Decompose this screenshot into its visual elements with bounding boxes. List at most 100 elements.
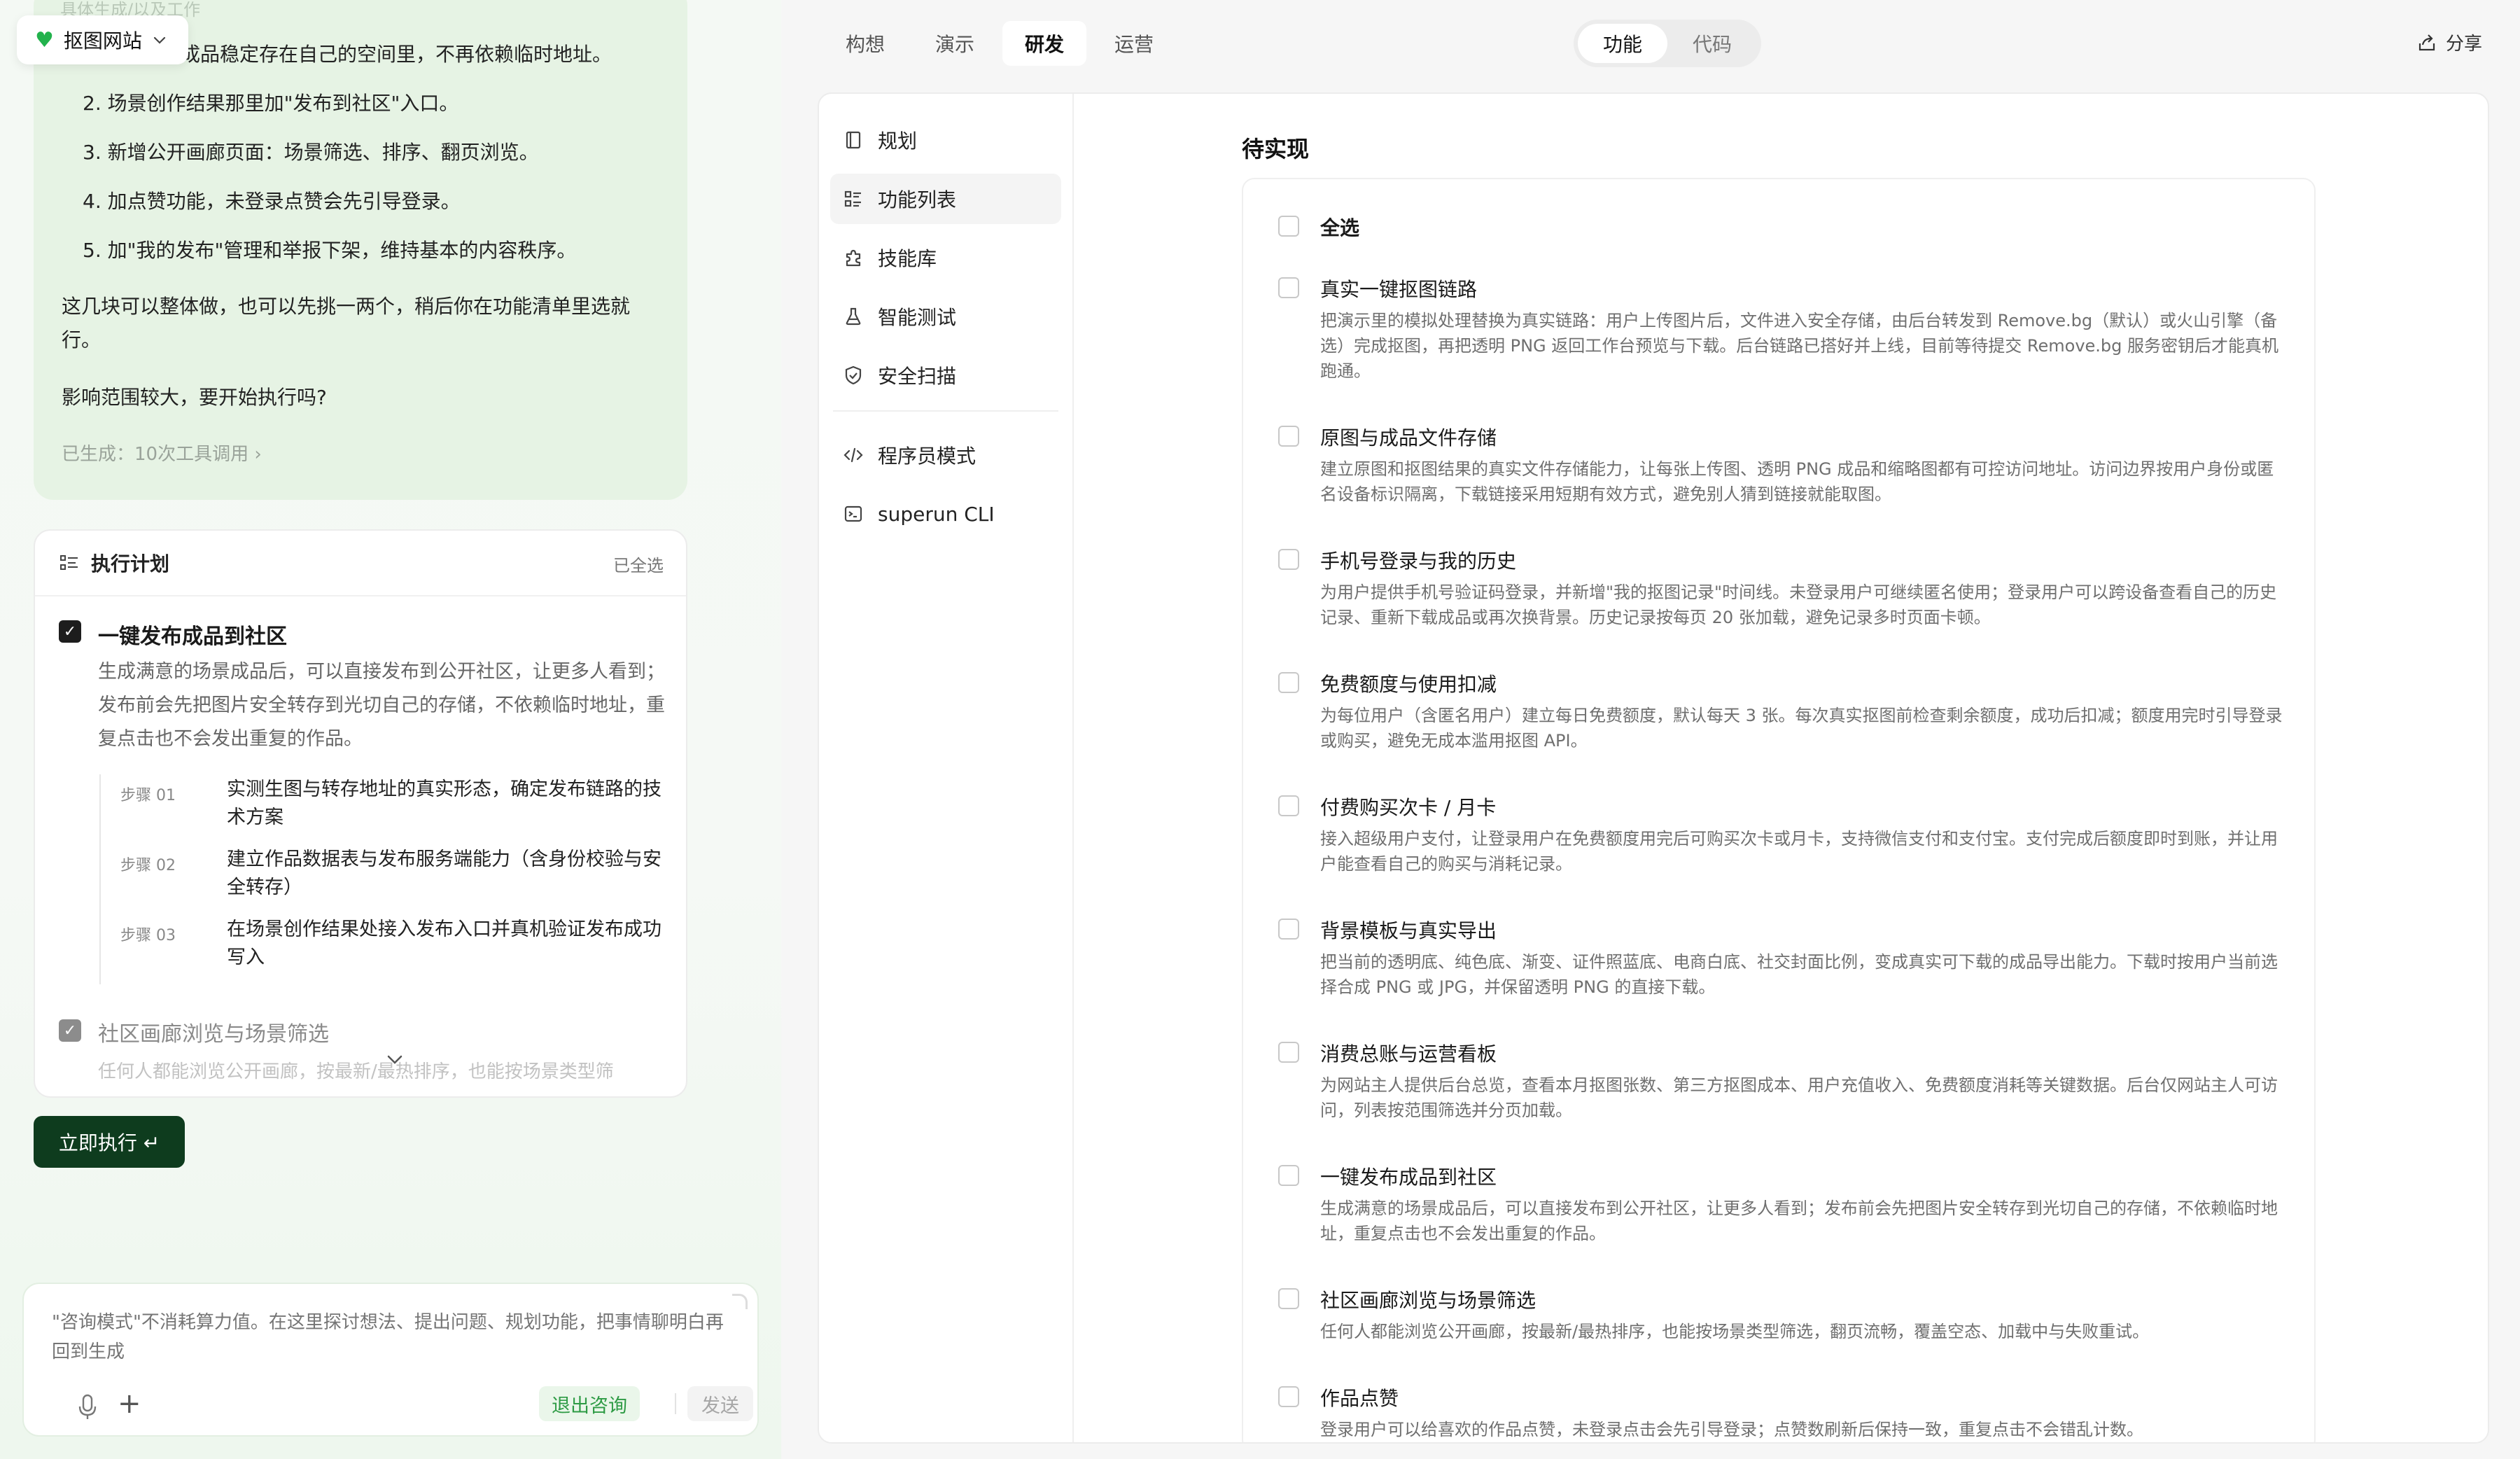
plan-item-desc: 生成满意的场景成品后，可以直接发布到公开社区，让更多人看到；发布前会先把图片安全… [98, 661, 665, 750]
step-text: 在场景创作结果处接入发布入口并真机验证发布成功写入 [227, 919, 662, 968]
plan-item-title: 一键发布成品到社区 [98, 624, 287, 649]
tab-idea[interactable]: 构想 [823, 21, 907, 66]
list-icon [844, 190, 861, 207]
nav-item-security[interactable]: 安全扫描 [830, 350, 1061, 400]
nav-item-skills[interactable]: 技能库 [830, 232, 1061, 283]
message-list-item: 2. 场景创作结果那里加"发布到社区"入口。 [83, 92, 459, 115]
plan-step: 步骤 02 建立作品数据表与发布服务端能力（含身份校验与安全转存） [101, 844, 673, 914]
chat-input[interactable] [52, 1308, 724, 1371]
feature-checkbox[interactable] [1278, 1288, 1299, 1309]
send-button[interactable]: 发送 [687, 1386, 753, 1421]
nav-item-developer-mode[interactable]: 程序员模式 [830, 430, 1061, 480]
step-text: 实测生图与转存地址的真实形态，确定发布链路的技术方案 [227, 779, 662, 828]
shield-icon [845, 365, 862, 385]
execute-button[interactable]: 立即执行 ↵ [34, 1116, 185, 1168]
feature-title: 背景模板与真实导出 [1320, 919, 1497, 942]
heart-icon: ♥ [35, 27, 54, 53]
feature-desc: 任何人都能浏览公开画廊，按最新/最热排序，也能按场景类型筛选，翻页流畅，覆盖空态… [1320, 1322, 2150, 1341]
terminal-icon [844, 505, 862, 522]
nav-label: 智能测试 [878, 306, 957, 329]
step-label: 步骤 02 [120, 857, 176, 874]
feature-title: 社区画廊浏览与场景筛选 [1320, 1289, 1536, 1312]
plan-item-checkbox[interactable]: ✓ [59, 1019, 81, 1042]
feature-checkbox[interactable] [1278, 672, 1299, 693]
view-toggle: 功能 代码 [1574, 20, 1762, 67]
nav-item-cli[interactable]: superun CLI [830, 489, 1061, 539]
select-all-label: 全选 [1320, 216, 1360, 239]
checklist-icon [60, 555, 78, 570]
feature-desc: 把当前的透明底、纯色底、渐变、证件照蓝底、电商白底、社交封面比例，变成真实可下载… [1320, 952, 2278, 997]
message-line-1: 成品稳定存在自己的空间里，不再依赖临时地址。 [181, 43, 612, 66]
feature-title: 免费额度与使用扣减 [1320, 673, 1497, 696]
dev-panel: 规划 功能列表 技能库 智能测试 安全扫描 程序员模式 superun CLI … [818, 92, 2489, 1444]
feature-checkbox[interactable] [1278, 919, 1299, 940]
nav-item-testing[interactable]: 智能测试 [830, 291, 1061, 342]
feature-checkbox[interactable] [1278, 426, 1299, 447]
code-icon [844, 447, 863, 463]
book-icon [846, 131, 861, 149]
feature-list-content: 待实现 全选 真实一键抠图链路 把演示里的模拟处理替换为真实链路：用户上传图片后… [1074, 94, 2488, 1442]
feature-title: 真实一键抠图链路 [1320, 278, 1478, 301]
share-icon [2418, 34, 2435, 50]
feature-desc: 为每位用户（含匿名用户）建立每日免费额度，默认每天 3 张。每次真实抠图前检查剩… [1320, 706, 2283, 751]
plan-header: 执行计划 [59, 549, 169, 577]
plan-step: 步骤 03 在场景创作结果处接入发布入口并真机验证发布成功写入 [101, 914, 673, 984]
share-label: 分享 [2445, 34, 2482, 55]
chat-panel: 具体生成/以及工作 ♥ 抠图网站 成品稳定存在自己的空间里，不再依赖临时地址。 … [0, 0, 781, 1459]
share-button[interactable]: 分享 [2416, 29, 2482, 55]
feature-desc: 为用户提供手机号验证码登录，并新增"我的抠图记录"时间线。未登录用户可继续匿名使… [1320, 582, 2277, 627]
tab-demo[interactable]: 演示 [913, 21, 997, 66]
message-paragraph: 这几块可以整体做，也可以先挑一两个，稍后你在功能清单里选就行。 [62, 295, 631, 351]
step-text: 建立作品数据表与发布服务端能力（含身份校验与安全转存） [227, 849, 662, 898]
message-list-item: 4. 加点赞功能，未登录点赞会先引导登录。 [83, 190, 461, 213]
workspace: 构想 演示 研发 运营 功能 代码 分享 规划 功能列表 技能库 智能测试 安全… [781, 0, 2520, 1459]
feature-title: 手机号登录与我的历史 [1320, 550, 1517, 573]
plan-item-checkbox[interactable]: ✓ [59, 620, 81, 643]
feature-checkbox[interactable] [1278, 1386, 1299, 1407]
nav-label: 规划 [878, 130, 918, 153]
flask-icon [846, 307, 861, 326]
app-switcher[interactable]: ♥ 抠图网站 [17, 15, 188, 64]
toggle-code[interactable]: 代码 [1667, 24, 1757, 63]
resize-handle-icon[interactable] [732, 1294, 748, 1309]
feature-checkbox[interactable] [1278, 277, 1299, 298]
feature-desc: 生成满意的场景成品后，可以直接发布到公开社区，让更多人看到；发布前会先把图片安全… [1320, 1199, 2278, 1243]
nav-label: 安全扫描 [878, 365, 957, 388]
step-label: 步骤 01 [120, 787, 176, 804]
chat-composer: + 退出咨询 发送 [22, 1283, 759, 1437]
feature-checkbox[interactable] [1278, 1042, 1299, 1063]
nav-label: 程序员模式 [878, 445, 976, 468]
toggle-features[interactable]: 功能 [1578, 24, 1668, 63]
nav-item-features[interactable]: 功能列表 [830, 174, 1061, 224]
feature-title: 一键发布成品到社区 [1320, 1166, 1497, 1189]
chevron-down-icon[interactable] [385, 1053, 405, 1067]
section-title: 待实现 [1242, 136, 1310, 162]
feature-title: 消费总账与运营看板 [1320, 1042, 1497, 1066]
plan-title: 执行计划 [91, 552, 170, 575]
plan-item-title: 社区画廊浏览与场景筛选 [98, 1022, 329, 1047]
app-name: 抠图网站 [63, 29, 142, 53]
feature-title: 付费购买次卡 / 月卡 [1320, 796, 1497, 819]
puzzle-icon [846, 249, 861, 267]
divider [833, 410, 1058, 412]
tab-ops[interactable]: 运营 [1092, 21, 1176, 66]
exit-consult-button[interactable]: 退出咨询 [539, 1386, 640, 1421]
feature-checkbox[interactable] [1278, 1165, 1299, 1186]
feature-checkbox[interactable] [1278, 549, 1299, 570]
feature-title: 作品点赞 [1320, 1387, 1399, 1410]
top-tabs: 构想 演示 研发 运营 [823, 21, 1176, 66]
chevron-down-icon [153, 36, 166, 44]
feature-checkbox[interactable] [1278, 795, 1299, 816]
microphone-icon[interactable] [77, 1393, 98, 1421]
plan-step: 步骤 01 实测生图与转存地址的真实形态，确定发布链路的技术方案 [101, 774, 673, 844]
plus-icon[interactable]: + [118, 1388, 141, 1420]
nav-item-plan[interactable]: 规划 [830, 115, 1061, 165]
plan-steps: 步骤 01 实测生图与转存地址的真实形态，确定发布链路的技术方案 步骤 02 建… [99, 774, 673, 984]
divider [675, 1393, 676, 1414]
tool-calls-link[interactable]: 已生成：10次工具调用 › [62, 440, 262, 466]
select-all-checkbox[interactable] [1278, 216, 1299, 237]
step-label: 步骤 03 [120, 927, 176, 944]
message-question: 影响范围较大，要开始执行吗? [62, 386, 327, 409]
tab-dev[interactable]: 研发 [1002, 21, 1087, 66]
plan-select-all[interactable]: 已全选 [613, 552, 664, 576]
